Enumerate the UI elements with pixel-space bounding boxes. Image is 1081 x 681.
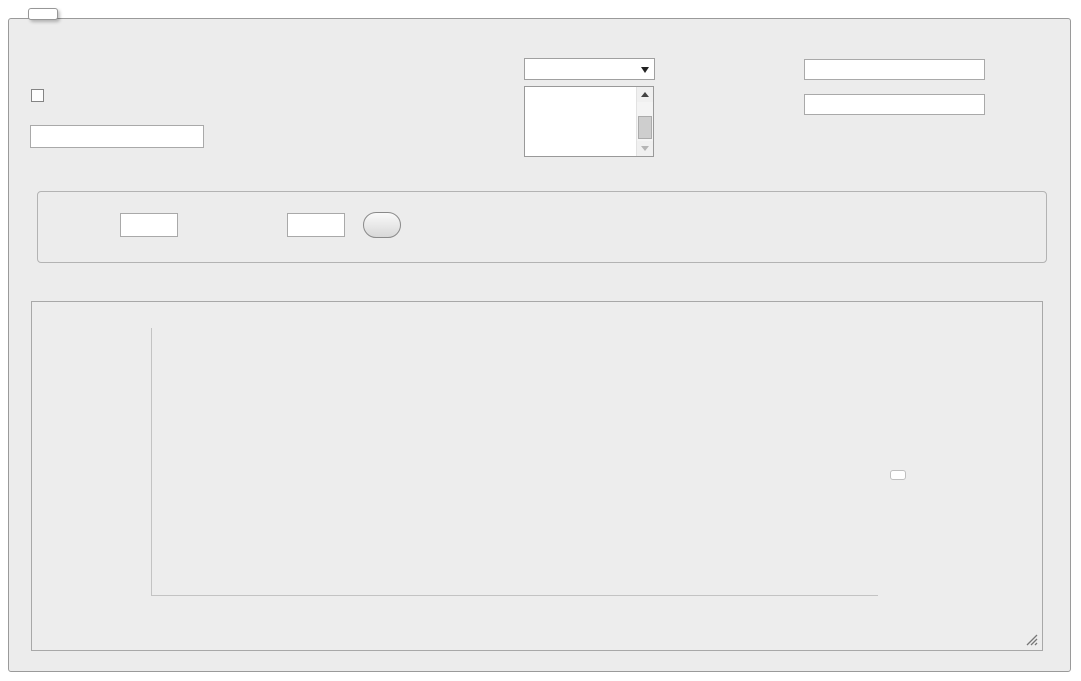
go-button[interactable] [363, 212, 401, 238]
series-multiselect[interactable] [524, 86, 654, 157]
chevron-down-icon [641, 67, 649, 73]
scrollbar-thumb[interactable] [638, 116, 652, 139]
number-of-rows-input[interactable] [287, 213, 345, 237]
stacked-checkbox[interactable] [31, 89, 44, 102]
chart-container [31, 301, 1043, 651]
y-axis-line [151, 328, 152, 596]
x-axis-select[interactable] [524, 58, 655, 80]
start-row-input[interactable] [120, 213, 178, 237]
x-axis-label-input[interactable] [804, 59, 985, 80]
y-axis-label-input[interactable] [804, 94, 985, 115]
resize-handle-icon[interactable] [1026, 634, 1038, 646]
listbox-scrollbar[interactable] [636, 87, 653, 156]
chart-title-input[interactable] [30, 125, 204, 148]
chart-legend [890, 470, 906, 480]
panel-title [28, 8, 58, 20]
rows-panel [37, 191, 1047, 263]
display-chart-panel [8, 18, 1071, 672]
scrollbar-down-icon[interactable] [637, 141, 653, 156]
chart-plot-area [151, 328, 878, 596]
scrollbar-up-icon[interactable] [637, 87, 653, 102]
x-axis-line [151, 595, 878, 596]
stacked-checkbox-row[interactable] [31, 89, 50, 102]
